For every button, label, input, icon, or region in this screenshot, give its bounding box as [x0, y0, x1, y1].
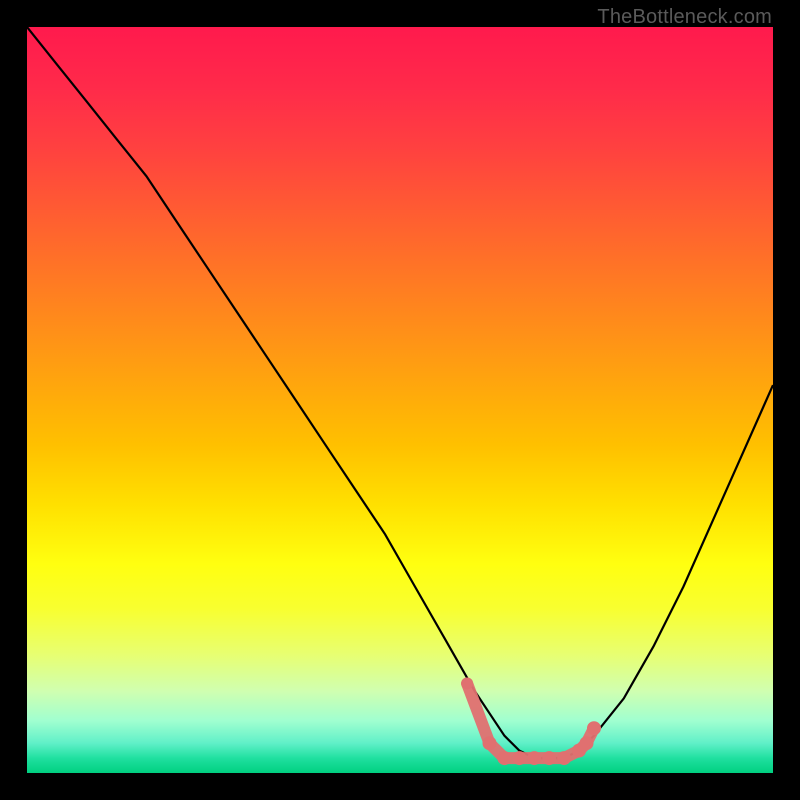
marker-dot: [483, 736, 497, 750]
marker-dot: [557, 751, 571, 765]
bottleneck-curve: [27, 27, 773, 758]
marker-dot: [580, 736, 594, 750]
marker-dot: [587, 721, 601, 735]
plot-area: [27, 27, 773, 773]
chart-svg: [27, 27, 773, 773]
chart-frame: TheBottleneck.com: [0, 0, 800, 800]
marker-dot: [461, 678, 473, 690]
marker-dot: [497, 751, 511, 765]
highlight-markers: [461, 678, 601, 766]
watermark-text: TheBottleneck.com: [597, 6, 772, 29]
marker-dot: [512, 751, 526, 765]
marker-dot: [542, 751, 556, 765]
marker-dot: [527, 751, 541, 765]
